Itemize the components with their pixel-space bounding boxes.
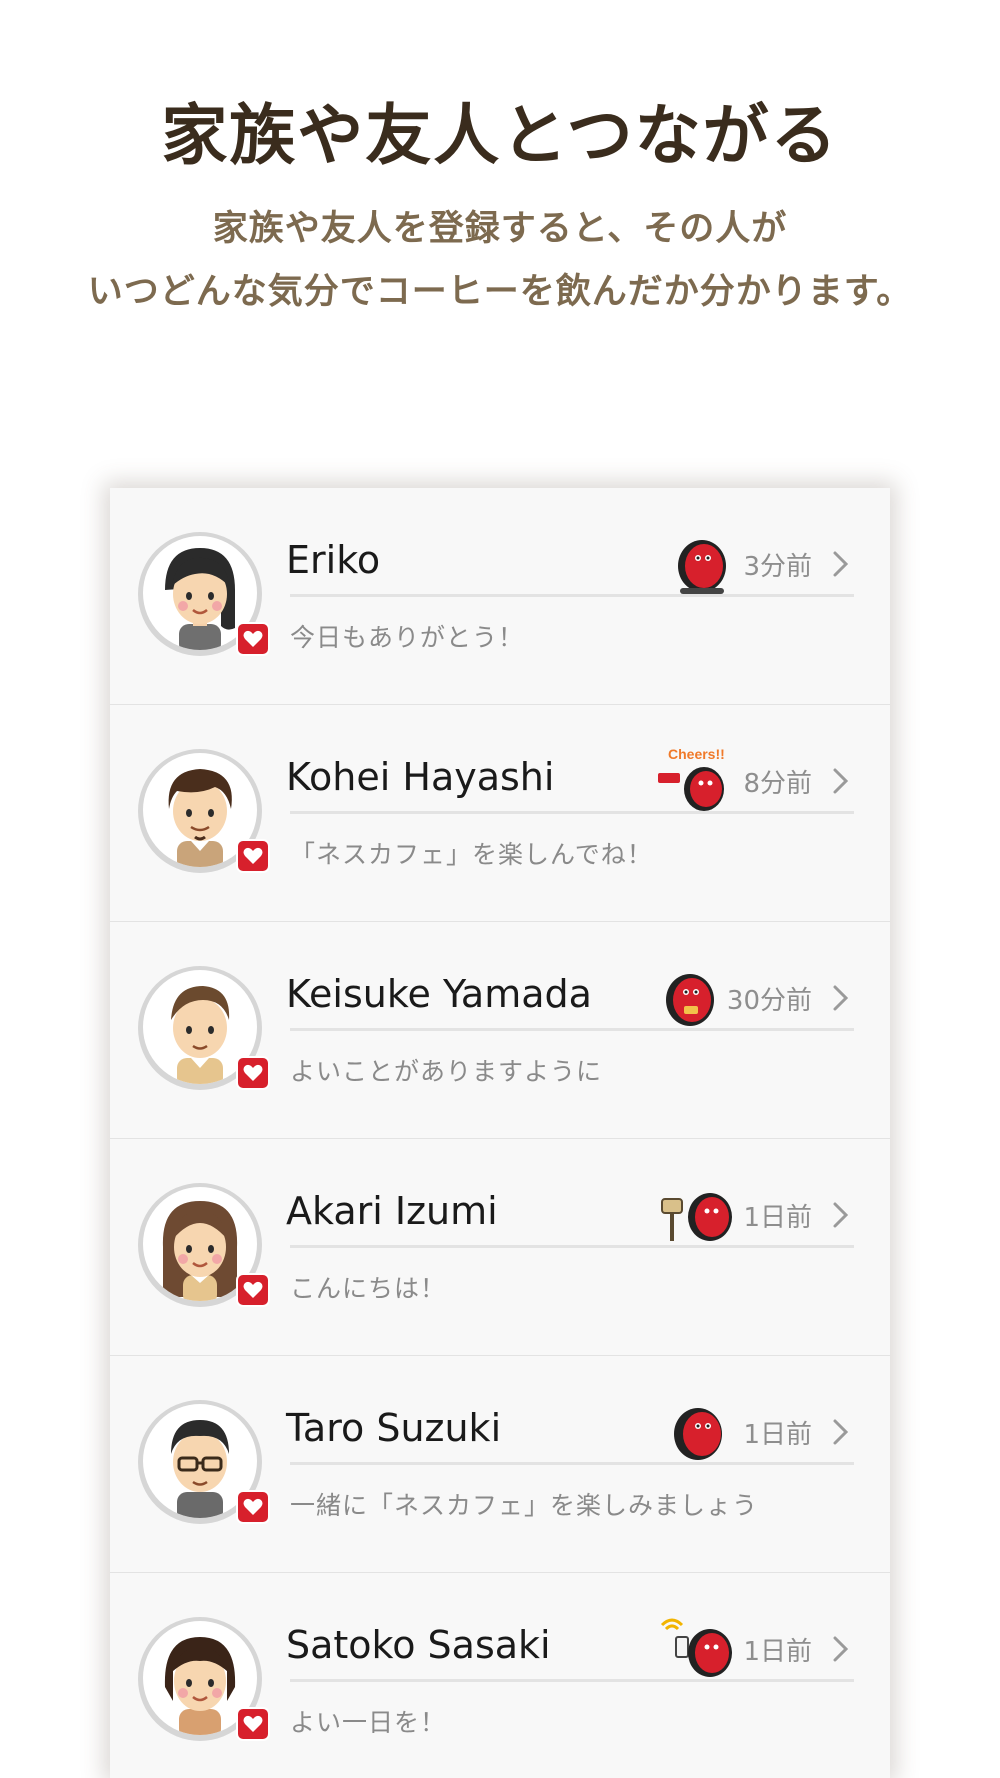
cheers-sticker-icon: Cheers!! xyxy=(656,743,736,813)
heart-icon xyxy=(236,1056,270,1090)
contact-message: よい一日を！ xyxy=(290,1708,447,1737)
timestamp: 3分前 xyxy=(743,552,812,582)
contact-row-kohei-hayashi[interactable]: Kohei Hayashi Cheers!! 8分前 「ネスカフェ」を楽しんでね… xyxy=(110,705,890,924)
contact-row-satoko-sasaki[interactable]: Satoko Sasaki 1日前 よい一日を！ xyxy=(110,1573,890,1778)
contact-name: Keisuke Yamada xyxy=(286,972,592,1016)
row-divider xyxy=(290,594,854,597)
heart-icon xyxy=(236,1707,270,1741)
sticker-label: Cheers!! xyxy=(668,746,725,762)
heart-icon xyxy=(236,839,270,873)
chevron-right-icon xyxy=(832,984,850,1012)
timestamp: 1日前 xyxy=(743,1420,812,1450)
row-divider xyxy=(290,811,854,814)
barista-character-icon xyxy=(668,1394,734,1464)
page-subtitle-line-1: 家族や友人を登録すると、その人が xyxy=(212,209,788,249)
row-divider xyxy=(290,1028,854,1031)
barista-character-icon xyxy=(672,526,738,596)
contact-message: こんにちは！ xyxy=(290,1274,447,1303)
contact-row-akari-izumi[interactable]: Akari Izumi 1日前 こんにちは！ xyxy=(110,1139,890,1358)
contact-list: Eriko 3分前 今日もありがとう！ Kohei Hayashi Cheers… xyxy=(110,488,890,1778)
chevron-right-icon xyxy=(832,1418,850,1446)
page-title: 家族や友人とつながる xyxy=(161,97,839,174)
contact-message: 一緒に「ネスカフェ」を楽しみましょう xyxy=(290,1491,759,1520)
page-subtitle-line-2: いつどんな気分でコーヒーを飲んだか分かります。 xyxy=(87,272,913,312)
contact-name: Taro Suzuki xyxy=(286,1406,502,1450)
contact-message: 今日もありがとう！ xyxy=(290,623,525,652)
chevron-right-icon xyxy=(832,1201,850,1229)
app-screen: 家族や友人とつながる 家族や友人を登録すると、その人が いつどんな気分でコーヒー… xyxy=(0,0,1000,1778)
contact-name: Eriko xyxy=(286,538,381,582)
contact-row-eriko[interactable]: Eriko 3分前 今日もありがとう！ xyxy=(110,488,890,707)
chevron-right-icon xyxy=(832,767,850,795)
mailbox-sticker-icon xyxy=(658,1177,738,1247)
row-divider xyxy=(290,1679,854,1682)
contact-message: 「ネスカフェ」を楽しんでね！ xyxy=(290,840,653,869)
heart-icon xyxy=(236,1273,270,1307)
heart-icon xyxy=(236,1490,270,1524)
chevron-right-icon xyxy=(832,550,850,578)
heart-icon xyxy=(236,622,270,656)
timestamp: 1日前 xyxy=(743,1637,812,1667)
contact-message: よいことがありますように xyxy=(290,1057,603,1086)
contact-name: Akari Izumi xyxy=(286,1189,498,1233)
barista-character-icon xyxy=(660,960,726,1030)
chevron-right-icon xyxy=(832,1635,850,1663)
phone-sticker-icon xyxy=(660,1611,740,1681)
row-divider xyxy=(290,1245,854,1248)
timestamp: 1日前 xyxy=(743,1203,812,1233)
contact-name: Kohei Hayashi xyxy=(286,755,555,799)
row-divider xyxy=(290,1462,854,1465)
contact-row-taro-suzuki[interactable]: Taro Suzuki 1日前 一緒に「ネスカフェ」を楽しみましょう xyxy=(110,1356,890,1575)
timestamp: 8分前 xyxy=(743,769,812,799)
timestamp: 30分前 xyxy=(726,986,812,1016)
contact-row-keisuke-yamada[interactable]: Keisuke Yamada 30分前 よいことがありますように xyxy=(110,922,890,1141)
contact-name: Satoko Sasaki xyxy=(286,1623,551,1667)
